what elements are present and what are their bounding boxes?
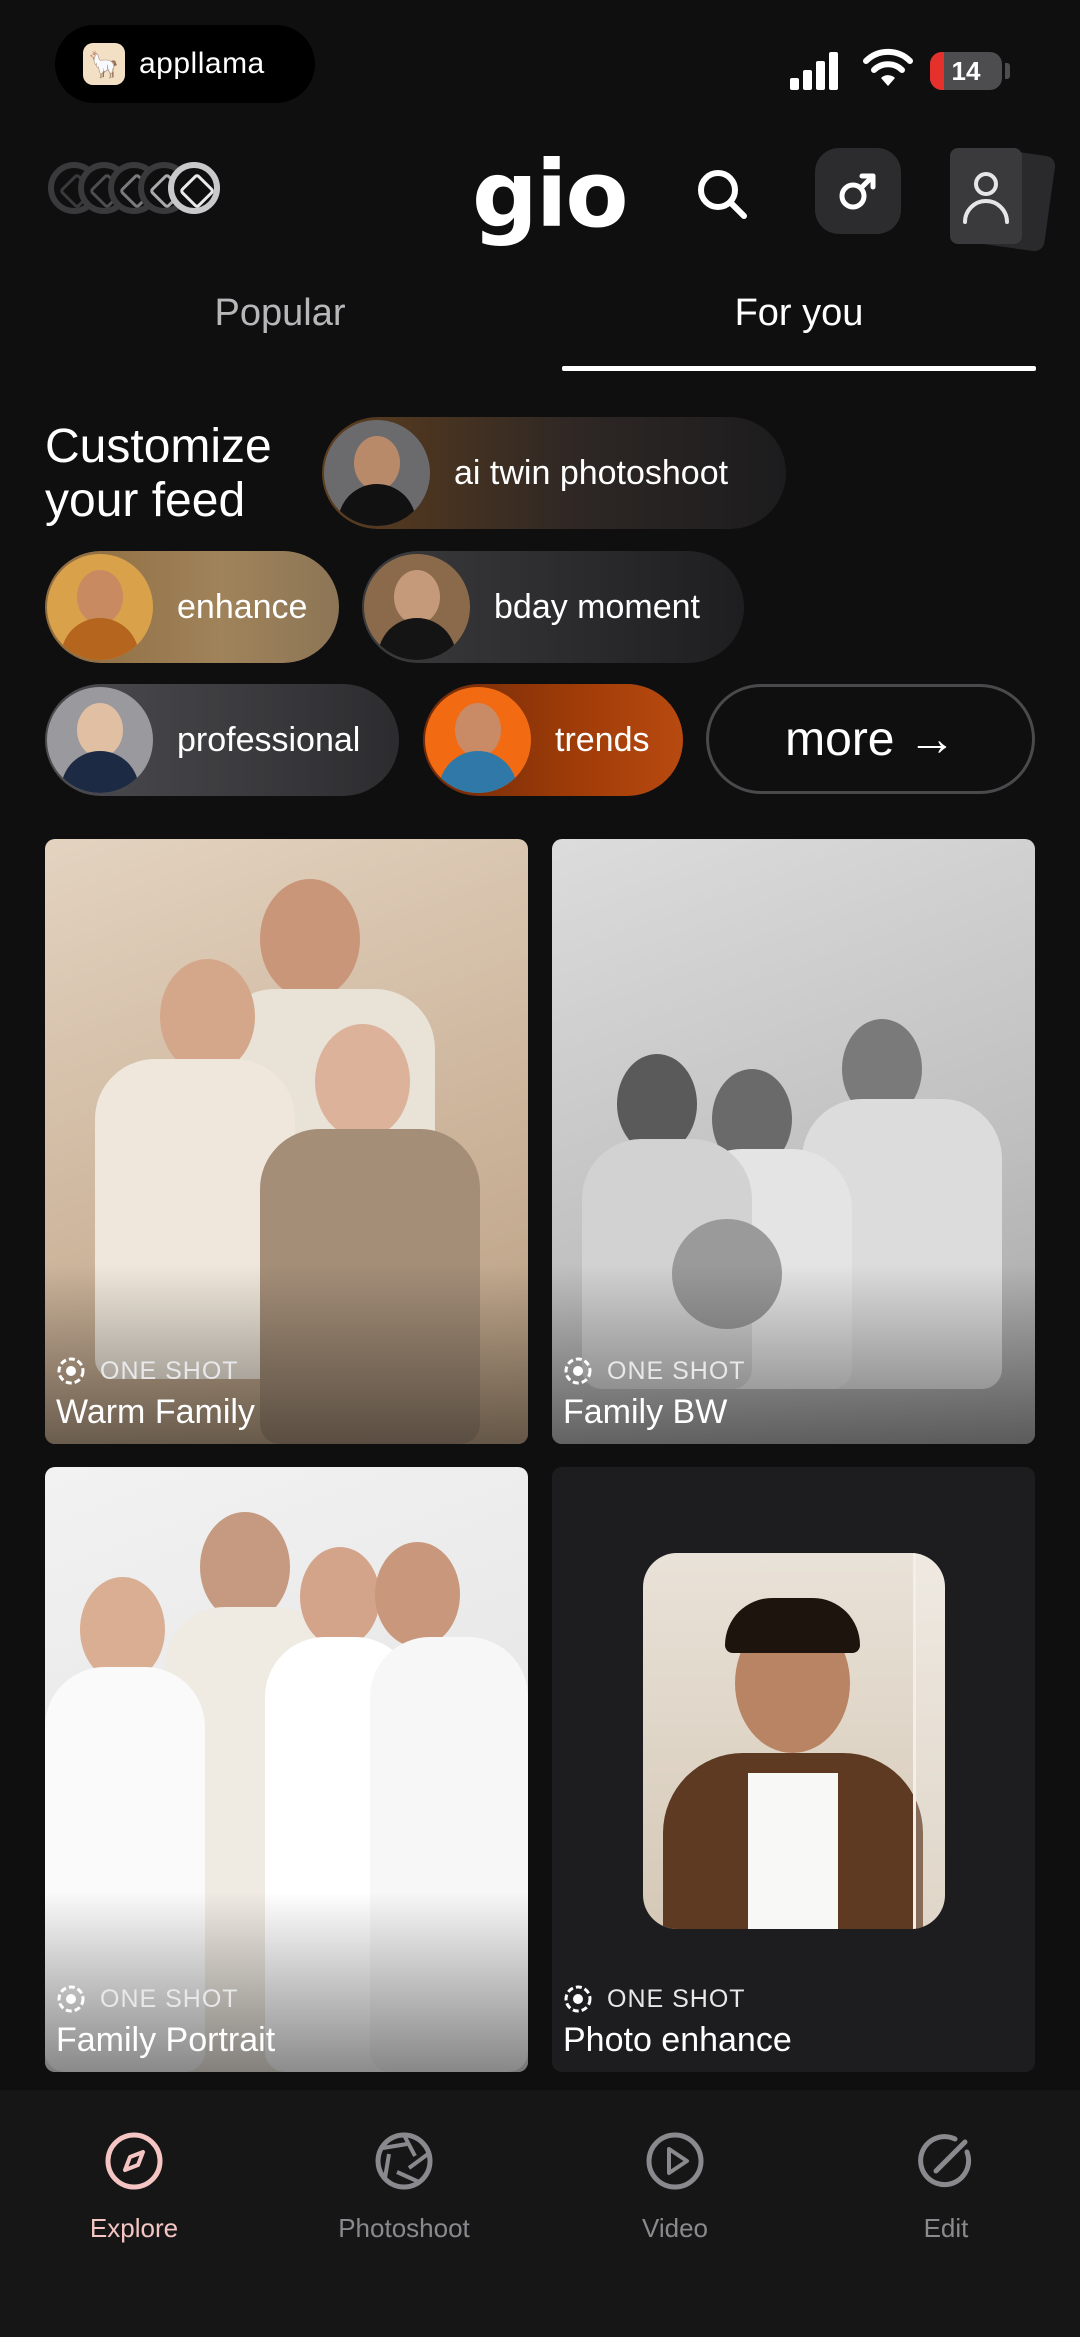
app-header: gio — [0, 140, 1080, 253]
chip-thumbnail — [364, 554, 470, 660]
more-button[interactable]: more → — [706, 684, 1035, 794]
nav-label: Explore — [89, 2213, 179, 2243]
wifi-icon — [863, 48, 913, 86]
card-kind: ONE SHOT — [563, 1354, 746, 1388]
nav-edit[interactable]: Edit — [836, 2130, 1056, 2244]
friends-avatar-stack[interactable] — [48, 162, 248, 218]
card-kind-label: ONE SHOT — [100, 1356, 239, 1385]
card-kind: ONE SHOT — [563, 1982, 792, 2016]
edit-icon — [918, 2134, 972, 2188]
template-card-photo-enhance[interactable]: ONE SHOT Photo enhance — [552, 1467, 1035, 2072]
card-kind-label: ONE SHOT — [607, 1356, 746, 1385]
chip-label: bday moment — [494, 587, 700, 626]
compass-icon — [105, 2132, 163, 2190]
enhance-preview-image — [643, 1553, 945, 1929]
gio-logo: gio — [472, 141, 629, 248]
one-shot-badge-icon — [57, 1357, 85, 1385]
chip-ai-twin-photoshoot[interactable]: ai twin photoshoot — [322, 417, 786, 529]
avatar-ring — [168, 162, 220, 214]
chip-thumbnail — [47, 687, 153, 793]
card-title: Photo enhance — [563, 2021, 792, 2059]
card-kind-label: ONE SHOT — [100, 1984, 239, 2013]
app-name: appllama — [139, 47, 265, 80]
gender-filter-button[interactable] — [815, 148, 901, 234]
search-icon[interactable] — [690, 162, 756, 228]
chip-label: enhance — [177, 587, 308, 626]
chip-label: ai twin photoshoot — [454, 453, 729, 492]
card-kind: ONE SHOT — [56, 1982, 275, 2016]
status-bar: 🦙 appllama 14 — [0, 0, 1080, 120]
bottom-navigation: Explore Photoshoot Video Edit — [0, 2090, 1080, 2337]
play-icon — [646, 2132, 704, 2190]
chip-thumbnail — [47, 554, 153, 660]
aperture-icon — [375, 2132, 433, 2190]
tab-for-you[interactable]: For you — [562, 270, 1036, 370]
nav-label: Photoshoot — [338, 2213, 470, 2243]
card-meta: ONE SHOT Warm Family — [56, 1354, 255, 1432]
nav-label: Video — [641, 2213, 709, 2243]
profile-button[interactable] — [950, 147, 1070, 253]
llama-app-icon: 🦙 — [83, 43, 125, 85]
nav-photoshoot[interactable]: Photoshoot — [294, 2130, 514, 2244]
chip-label: professional — [177, 720, 361, 759]
feed-tabs: Popular For you — [0, 270, 1080, 374]
active-tab-indicator — [562, 366, 1036, 371]
card-kind-label: ONE SHOT — [607, 1984, 746, 2013]
nav-explore[interactable]: Explore — [24, 2130, 244, 2244]
one-shot-badge-icon — [564, 1985, 592, 2013]
card-title: Family Portrait — [56, 2021, 276, 2059]
chip-thumbnail — [324, 420, 430, 526]
card-meta: ONE SHOT Photo enhance — [563, 1982, 792, 2060]
battery-cap — [1005, 63, 1010, 79]
profile-card — [950, 148, 1022, 244]
one-shot-badge-icon — [57, 1985, 85, 2013]
chip-trends[interactable]: trends — [423, 684, 683, 796]
template-card-family-bw[interactable]: ONE SHOT Family BW — [552, 839, 1035, 1444]
chip-enhance[interactable]: enhance — [45, 551, 339, 663]
one-shot-badge-icon — [564, 1357, 592, 1385]
customize-feed-title: Customize your feed — [45, 420, 272, 527]
profile-icon — [963, 172, 1009, 224]
nav-label: Edit — [923, 2213, 969, 2243]
chip-thumbnail — [425, 687, 531, 793]
chip-label: trends — [555, 720, 650, 759]
card-meta: ONE SHOT Family Portrait — [56, 1982, 275, 2060]
card-title: Family BW — [563, 1393, 728, 1431]
chip-bday-moment[interactable]: bday moment — [362, 551, 744, 663]
template-card-family-portrait[interactable]: ONE SHOT Family Portrait — [45, 1467, 528, 2072]
cellular-signal-icon — [790, 52, 838, 90]
card-meta: ONE SHOT Family BW — [563, 1354, 746, 1432]
template-card-warm-family[interactable]: ONE SHOT Warm Family — [45, 839, 528, 1444]
chip-professional[interactable]: professional — [45, 684, 399, 796]
male-symbol-icon — [839, 173, 876, 210]
card-kind: ONE SHOT — [56, 1354, 255, 1388]
nav-video[interactable]: Video — [565, 2130, 785, 2244]
app-indicator-pill[interactable]: 🦙 appllama — [55, 25, 315, 103]
card-title: Warm Family — [56, 1393, 255, 1431]
battery-indicator: 14 — [930, 52, 1002, 90]
tab-popular[interactable]: Popular — [60, 270, 500, 370]
battery-level: 14 — [951, 56, 981, 86]
